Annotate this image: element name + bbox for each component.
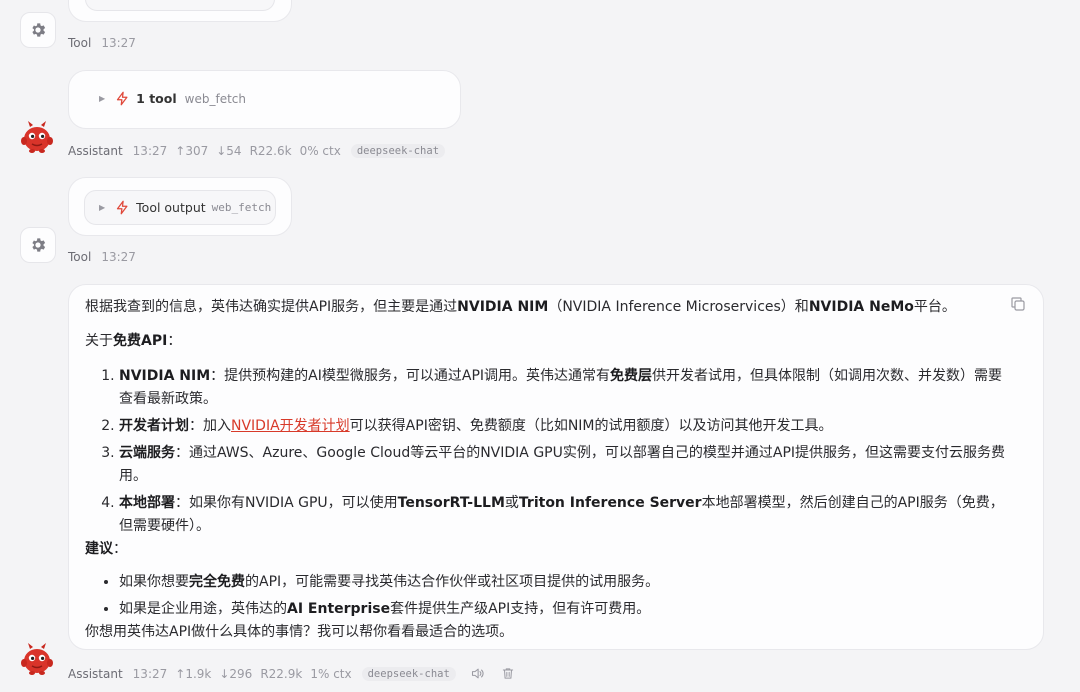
previous-message-card bbox=[68, 0, 292, 22]
timestamp: 13:27 bbox=[101, 250, 136, 264]
lightning-icon bbox=[117, 91, 128, 106]
tool-output-chip[interactable]: ▶ Tool output web_fetch bbox=[84, 190, 276, 225]
context-usage: 0% ctx bbox=[299, 144, 341, 158]
message-body: 根据我查到的信息，英伟达确实提供API服务，但主要是通过NVIDIA NIM（N… bbox=[85, 296, 1015, 644]
free-api-heading: 关于免费API： bbox=[85, 333, 182, 349]
assistant-avatar bbox=[18, 640, 56, 678]
closing-paragraph: 你想用英伟达API做什么具体的事情？我可以帮你看看最适合的选项。 bbox=[85, 624, 514, 640]
gear-icon bbox=[32, 238, 46, 252]
tool-avatar bbox=[20, 12, 56, 48]
role-label: Assistant bbox=[68, 666, 123, 681]
read-tokens: R22.6k bbox=[249, 144, 292, 158]
tool-call-toggle[interactable]: ▶ 1 tool web_fetch bbox=[99, 91, 246, 106]
tokens-in: ↑307 bbox=[175, 144, 209, 158]
expand-caret-icon: ▶ bbox=[99, 94, 106, 103]
model-badge: deepseek-chat bbox=[350, 144, 446, 158]
assistant-avatar bbox=[18, 118, 56, 156]
list-item: 开发者计划：加入NVIDIA开发者计划可以获得API密钥、免费额度（比如NIM的… bbox=[119, 415, 1015, 438]
tokens-in: ↑1.9k bbox=[175, 666, 212, 681]
tool-output-name: web_fetch bbox=[211, 201, 272, 214]
nvidia-developer-program-link[interactable]: NVIDIA开发者计划 bbox=[231, 418, 350, 434]
assistant-answer-card: 根据我查到的信息，英伟达确实提供API服务，但主要是通过NVIDIA NIM（N… bbox=[68, 284, 1044, 650]
speaker-icon bbox=[471, 668, 484, 679]
list-item: 本地部署：如果你有NVIDIA GPU，可以使用TensorRT-LLM或Tri… bbox=[119, 492, 1015, 538]
previous-tool-chip[interactable] bbox=[85, 0, 275, 11]
list-item: 如果你想要完全免费的API，可能需要寻找英伟达合作伙伴或社区项目提供的试用服务。 bbox=[119, 571, 1015, 594]
assistant-message-meta: Assistant 13:27 ↑1.9k ↓296 R22.9k 1% ctx… bbox=[68, 666, 515, 681]
timestamp: 13:27 bbox=[132, 666, 168, 681]
tool-avatar bbox=[20, 227, 56, 263]
tool-call-name: web_fetch bbox=[184, 91, 246, 106]
assistant-tool-call-card: ▶ 1 tool web_fetch bbox=[68, 70, 461, 129]
gear-icon bbox=[32, 23, 46, 37]
list-item: NVIDIA NIM：提供预构建的AI模型微服务，可以通过API调用。英伟达通常… bbox=[119, 365, 1015, 411]
tool-call-label: 1 tool bbox=[136, 91, 177, 106]
timestamp: 13:27 bbox=[101, 36, 136, 50]
advice-heading: 建议： bbox=[85, 541, 127, 557]
timestamp: 13:27 bbox=[132, 144, 168, 158]
tokens-out: ↓296 bbox=[219, 666, 253, 681]
delete-button[interactable] bbox=[501, 666, 515, 681]
tokens-out: ↓54 bbox=[216, 144, 242, 158]
tool-output-card: ▶ Tool output web_fetch bbox=[68, 177, 292, 236]
list-item: 如果是企业用途，英伟达的AI Enterprise套件提供生产级API支持，但有… bbox=[119, 598, 1015, 621]
read-tokens: R22.9k bbox=[260, 666, 303, 681]
lightning-icon bbox=[117, 200, 128, 215]
model-badge: deepseek-chat bbox=[361, 666, 456, 681]
trash-icon bbox=[502, 668, 513, 679]
expand-caret-icon: ▶ bbox=[99, 203, 106, 212]
red-monster-avatar-icon bbox=[21, 643, 53, 675]
role-label: Tool bbox=[68, 250, 92, 264]
role-label: Assistant bbox=[68, 144, 123, 158]
role-label: Tool bbox=[68, 36, 92, 50]
options-list: NVIDIA NIM：提供预构建的AI模型微服务，可以通过API调用。英伟达通常… bbox=[85, 365, 1015, 538]
list-item: 云端服务：通过AWS、Azure、Google Cloud等云平台的NVIDIA… bbox=[119, 442, 1015, 488]
red-monster-avatar-icon bbox=[21, 121, 53, 153]
assistant-message-meta: Assistant 13:27 ↑307 ↓54 R22.6k 0% ctx d… bbox=[68, 144, 446, 158]
context-usage: 1% ctx bbox=[310, 666, 352, 681]
tool-output-label: Tool output bbox=[136, 200, 206, 215]
intro-paragraph: 根据我查到的信息，英伟达确实提供API服务，但主要是通过NVIDIA NIM（N… bbox=[85, 299, 956, 315]
advice-list: 如果你想要完全免费的API，可能需要寻找英伟达合作伙伴或社区项目提供的试用服务。… bbox=[85, 571, 1015, 621]
tool-message-meta: Tool 13:27 bbox=[68, 36, 144, 50]
tool-message-meta: Tool 13:27 bbox=[68, 250, 144, 264]
speak-button[interactable] bbox=[470, 666, 485, 681]
